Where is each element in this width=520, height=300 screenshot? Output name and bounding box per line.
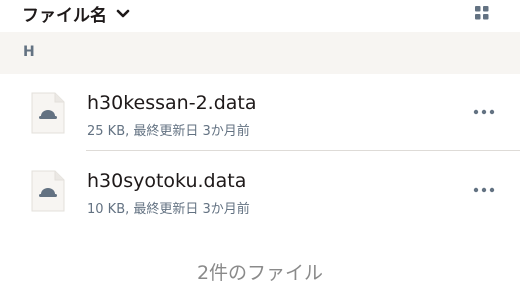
file-icon [31,170,65,212]
sort-label: ファイル名 [22,5,107,26]
list-header: ファイル名 [0,0,520,28]
file-row[interactable]: h30syotoku.data 10 KB, 最終更新日 3か月前 [0,152,520,228]
grid-view-icon [474,6,490,25]
file-name: h30kessan-2.data [87,92,257,114]
more-options-button[interactable] [470,102,498,122]
grid-view-button[interactable] [474,5,490,21]
row-divider [86,150,520,151]
file-icon [31,92,65,134]
more-options-icon [470,185,498,204]
file-name: h30syotoku.data [87,170,247,192]
more-options-button[interactable] [470,180,498,200]
file-row[interactable]: h30kessan-2.data 25 KB, 最終更新日 3か月前 [0,74,520,150]
section-letter: H [23,44,35,60]
file-meta: 25 KB, 最終更新日 3か月前 [87,124,250,139]
sort-by-name-button[interactable]: ファイル名 [22,0,130,26]
chevron-down-icon [116,4,130,23]
file-count: 2件のファイル [196,262,324,284]
more-options-icon [470,107,498,126]
file-meta: 10 KB, 最終更新日 3か月前 [87,202,250,217]
section-header: H [0,32,520,74]
